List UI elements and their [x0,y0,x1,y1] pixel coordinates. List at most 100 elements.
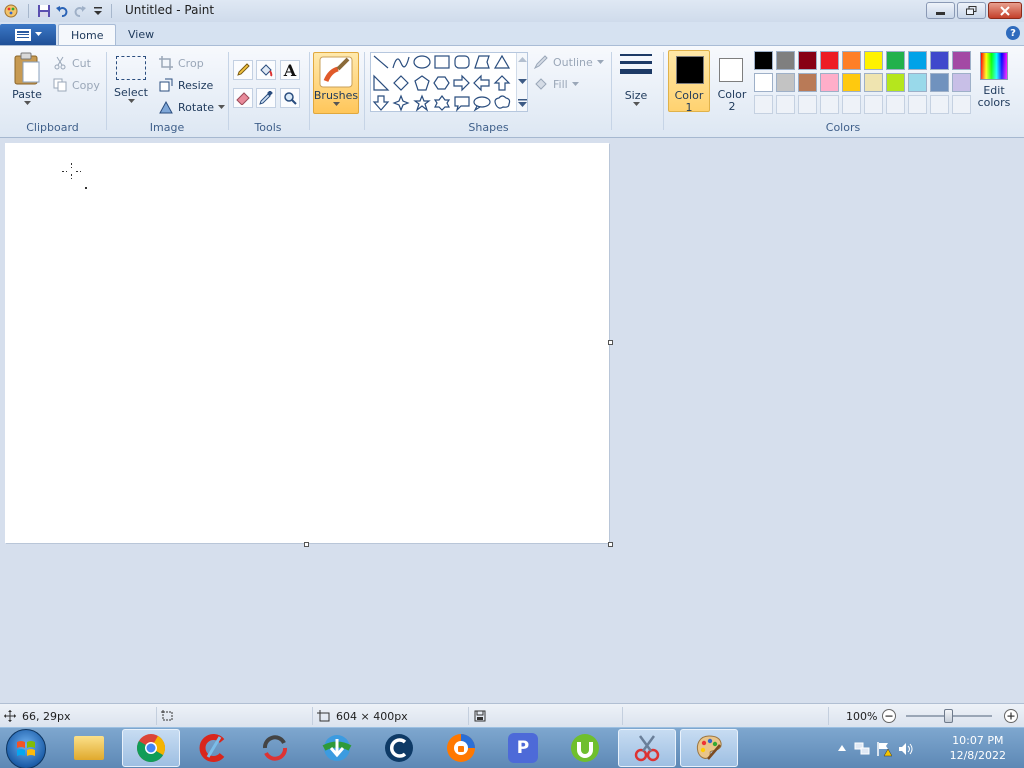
redo-icon[interactable] [71,2,89,20]
paint-app-icon[interactable] [2,2,20,20]
four-point-star-shape-icon[interactable] [392,94,410,112]
palette-custom-swatch[interactable] [864,95,883,114]
curve-shape-icon[interactable] [392,56,410,69]
close-button[interactable] [988,2,1022,19]
paint-menu-button[interactable] [0,24,56,45]
zoom-slider-thumb[interactable] [944,709,953,723]
palette-swatch[interactable] [842,51,861,70]
right-arrow-shape-icon[interactable] [453,74,470,92]
up-arrow-shape-icon[interactable] [493,75,511,91]
pencil-tool[interactable] [233,60,253,80]
palette-custom-swatch[interactable] [842,95,861,114]
outline-button[interactable]: Outline [533,53,604,71]
save-icon[interactable] [35,2,53,20]
palette-swatch[interactable] [798,51,817,70]
taskbar-utorrent[interactable] [556,729,614,767]
copy-button[interactable]: Copy [52,76,100,94]
taskbar-paint[interactable] [680,729,738,767]
tab-view[interactable]: View [116,24,166,46]
cloud-callout-shape-icon[interactable] [494,95,511,109]
palette-swatch[interactable] [908,73,927,92]
palette-swatch[interactable] [886,73,905,92]
volume-icon[interactable] [898,741,914,757]
palette-swatch[interactable] [930,51,949,70]
taskbar-app-sync[interactable] [246,729,304,767]
palette-swatch[interactable] [842,73,861,92]
taskbar-pdf-app[interactable]: P [494,729,552,767]
taskbar-ccleaner-browser[interactable] [370,729,428,767]
taskbar-windows-explorer[interactable] [60,729,118,767]
start-button[interactable] [6,729,46,768]
zoom-in-button[interactable] [1003,704,1019,728]
show-hidden-icons-icon[interactable] [838,745,846,751]
hexagon-shape-icon[interactable] [433,76,450,90]
cut-button[interactable]: Cut [52,54,91,72]
palette-swatch[interactable] [886,51,905,70]
restore-button[interactable] [957,2,986,19]
help-icon[interactable]: ? [1006,26,1020,40]
palette-custom-swatch[interactable] [952,95,971,114]
rounded-rectangle-shape-icon[interactable] [454,55,470,69]
palette-swatch[interactable] [820,51,839,70]
drawing-canvas[interactable] [5,143,609,543]
palette-custom-swatch[interactable] [776,95,795,114]
clock[interactable]: 10:07 PM 12/8/2022 [950,733,1006,763]
palette-swatch[interactable] [864,51,883,70]
oval-callout-shape-icon[interactable] [473,96,491,112]
down-arrow-shape-icon[interactable] [372,95,390,111]
palette-swatch[interactable] [754,51,773,70]
palette-swatch[interactable] [864,73,883,92]
pentagon-shape-icon[interactable] [414,75,430,91]
taskbar-ccleaner[interactable] [184,729,242,767]
palette-custom-swatch[interactable] [798,95,817,114]
paste-button[interactable]: Paste [8,52,46,106]
fill-tool[interactable] [256,60,276,80]
brushes-button[interactable]: Brushes [313,52,359,114]
oval-shape-icon[interactable] [413,55,431,69]
magnifier-tool[interactable] [280,88,300,108]
tab-home[interactable]: Home [58,24,117,46]
color-picker-tool[interactable] [256,88,276,108]
resize-handle-bottom[interactable] [304,542,309,547]
palette-custom-swatch[interactable] [820,95,839,114]
rounded-callout-shape-icon[interactable] [454,96,470,112]
undo-icon[interactable] [53,2,71,20]
palette-swatch[interactable] [952,73,971,92]
size-button[interactable]: Size [617,52,655,107]
triangle-shape-icon[interactable] [493,54,511,69]
palette-swatch[interactable] [952,51,971,70]
rotate-button[interactable]: Rotate [158,98,226,116]
polygon-shape-icon[interactable] [474,55,490,69]
text-tool[interactable]: A [280,60,300,80]
zoom-out-button[interactable] [881,704,897,728]
network-icon[interactable] [854,741,870,757]
select-button[interactable]: Select [114,56,148,104]
action-center-warning-icon[interactable] [876,741,892,757]
palette-swatch[interactable] [776,73,795,92]
taskbar-snipping-tool[interactable] [618,729,676,767]
palette-swatch[interactable] [908,51,927,70]
crop-button[interactable]: Crop [158,54,204,72]
resize-handle-corner[interactable] [608,542,613,547]
diamond-shape-icon[interactable] [393,75,409,91]
palette-swatch[interactable] [754,73,773,92]
line-shape-icon[interactable] [373,55,389,69]
palette-swatch[interactable] [930,73,949,92]
palette-custom-swatch[interactable] [886,95,905,114]
six-point-star-shape-icon[interactable] [433,95,451,111]
resize-handle-right[interactable] [608,340,613,345]
palette-custom-swatch[interactable] [930,95,949,114]
resize-button[interactable]: Resize [158,76,213,94]
palette-custom-swatch[interactable] [754,95,773,114]
fill-button[interactable]: Fill [533,75,579,93]
palette-swatch[interactable] [820,73,839,92]
eraser-tool[interactable] [233,88,253,108]
palette-custom-swatch[interactable] [908,95,927,114]
five-point-star-shape-icon[interactable] [413,94,431,112]
customize-quick-access-icon[interactable] [89,2,107,20]
shapes-gallery-scroller[interactable] [516,53,527,111]
right-triangle-shape-icon[interactable] [373,74,390,91]
taskbar-chrome[interactable] [122,729,180,767]
palette-swatch[interactable] [798,73,817,92]
rectangle-shape-icon[interactable] [434,55,450,69]
